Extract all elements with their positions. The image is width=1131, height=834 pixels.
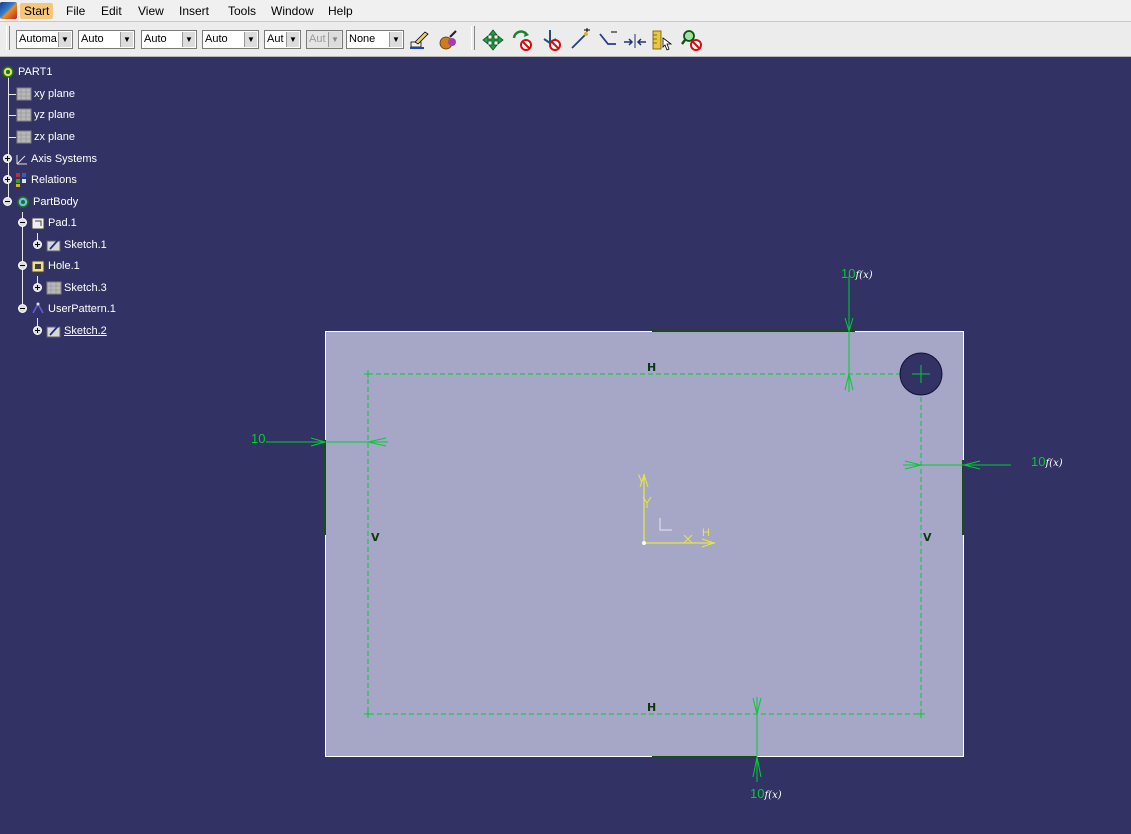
dimension-value: 10	[1031, 454, 1046, 469]
sketch-origin[interactable]	[642, 541, 646, 545]
formula-icon: f(x)	[1045, 458, 1063, 469]
dimension-value: 10	[841, 266, 856, 281]
sketch-geometry	[266, 276, 1011, 782]
corner-point[interactable]	[364, 370, 372, 378]
horizontal-constraint-bottom[interactable]: H	[647, 701, 656, 714]
dimension-left[interactable]: 10	[251, 431, 265, 446]
corner-point[interactable]	[364, 710, 372, 718]
dimension-value: 10	[750, 786, 765, 801]
formula-icon: f(x)	[855, 270, 873, 281]
vertical-constraint-left[interactable]: V	[371, 531, 380, 544]
dimension-value: 10	[251, 431, 266, 446]
dimension-right[interactable]: 10f(x)	[1031, 454, 1063, 469]
horizontal-constraint-top[interactable]: H	[647, 361, 656, 374]
dimension-bottom[interactable]: 10f(x)	[750, 786, 782, 801]
axis-x-mark	[683, 534, 693, 544]
vertical-constraint-right[interactable]: V	[923, 531, 932, 544]
sketch-origin-corner	[659, 518, 672, 531]
sketch-axis-h-label: H	[702, 527, 710, 539]
sketch-axis-v-label: V	[638, 473, 646, 485]
corner-point[interactable]	[917, 710, 925, 718]
formula-icon: f(x)	[764, 790, 782, 801]
dimension-top[interactable]: 10f(x)	[841, 266, 873, 281]
